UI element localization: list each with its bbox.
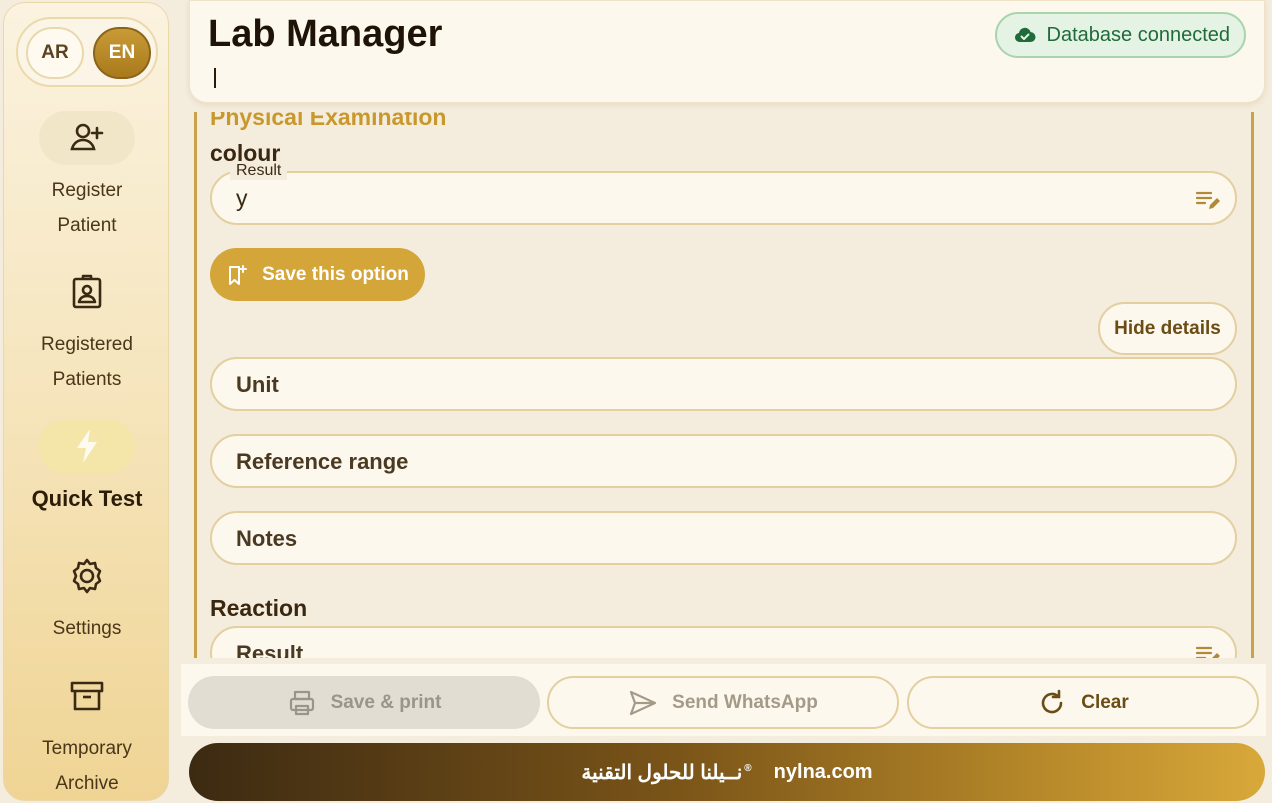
save-option-label: Save this option bbox=[262, 263, 409, 285]
result-value: y bbox=[236, 185, 248, 211]
sidebar-item-label: Registered Patients bbox=[41, 334, 133, 390]
brand-footer: نــيلنا للحلول التقنية ® nylna.com bbox=[189, 743, 1265, 801]
sidebar-item-label: Temporary Archive bbox=[42, 738, 132, 794]
action-bar: Save & print Send WhatsApp Clear bbox=[181, 664, 1266, 736]
unit-field[interactable]: Unit bbox=[210, 357, 1237, 411]
sidebar-item-label: Quick Test bbox=[31, 486, 143, 511]
refresh-icon bbox=[1042, 689, 1063, 713]
result-field[interactable]: Result bbox=[210, 626, 1237, 658]
user-plus-icon bbox=[39, 111, 135, 165]
notes-field[interactable]: Notes bbox=[210, 511, 1237, 565]
id-badge-icon bbox=[39, 265, 135, 319]
footer-website-link[interactable]: nylna.com bbox=[774, 761, 873, 784]
app-header: Lab Manager Database connected bbox=[189, 0, 1265, 103]
lang-ar-button[interactable]: AR bbox=[26, 27, 84, 79]
send-whatsapp-label: Send WhatsApp bbox=[672, 691, 818, 713]
list-edit-icon[interactable] bbox=[1195, 188, 1221, 212]
save-option-button[interactable]: Save this option bbox=[210, 248, 425, 301]
list-edit-icon[interactable] bbox=[1195, 643, 1221, 658]
clear-label: Clear bbox=[1081, 691, 1129, 713]
lang-en-button[interactable]: EN bbox=[93, 27, 151, 79]
result-legend: Result bbox=[230, 162, 288, 180]
sidebar-item-registered-patients[interactable]: Registered Patients bbox=[4, 265, 170, 397]
sidebar-item-quick-test[interactable]: Quick Test bbox=[4, 419, 170, 516]
section-title: Physical Examination bbox=[210, 112, 447, 130]
database-status-text: Database connected bbox=[1046, 23, 1230, 46]
result-placeholder: Result bbox=[236, 641, 304, 658]
printer-icon bbox=[289, 690, 314, 715]
send-icon bbox=[630, 690, 657, 715]
hide-details-button[interactable]: Hide details bbox=[1098, 302, 1237, 355]
reference-range-field[interactable]: Reference range bbox=[210, 434, 1237, 488]
clear-button[interactable]: Clear bbox=[907, 676, 1259, 729]
database-status-badge: Database connected bbox=[994, 12, 1246, 58]
language-switch: AR EN bbox=[16, 17, 158, 87]
bookmark-plus-icon bbox=[229, 264, 248, 285]
archive-box-icon bbox=[39, 669, 135, 723]
notes-placeholder: Notes bbox=[236, 526, 298, 551]
sidebar-item-label: Register Patient bbox=[51, 180, 123, 236]
sidebar-item-settings[interactable]: Settings bbox=[4, 549, 170, 646]
cloud-check-icon bbox=[1014, 27, 1036, 43]
unit-placeholder: Unit bbox=[236, 372, 279, 397]
lightning-icon bbox=[39, 419, 135, 473]
text-cursor bbox=[214, 68, 216, 88]
footer-arabic-brand: نــيلنا للحلول التقنية ® bbox=[581, 761, 752, 784]
sidebar-item-label: Settings bbox=[52, 618, 122, 639]
send-whatsapp-button[interactable]: Send WhatsApp bbox=[547, 676, 899, 729]
save-print-label: Save & print bbox=[330, 691, 442, 713]
app-title: Lab Manager bbox=[208, 13, 443, 55]
test-name-label: Reaction bbox=[210, 595, 308, 621]
test-details-panel: Physical Examination colour Result y Sav… bbox=[194, 112, 1254, 658]
sidebar: AR EN RegisterPatient RegisteredPatien bbox=[3, 2, 169, 801]
gear-icon bbox=[39, 549, 135, 603]
reference-range-placeholder: Reference range bbox=[236, 449, 409, 474]
sidebar-item-register-patient[interactable]: Register Patient bbox=[4, 111, 170, 243]
sidebar-item-temporary-archive[interactable]: Temporary Archive bbox=[4, 669, 170, 801]
result-field[interactable]: Result y bbox=[210, 162, 1237, 225]
save-print-button[interactable]: Save & print bbox=[188, 676, 540, 729]
